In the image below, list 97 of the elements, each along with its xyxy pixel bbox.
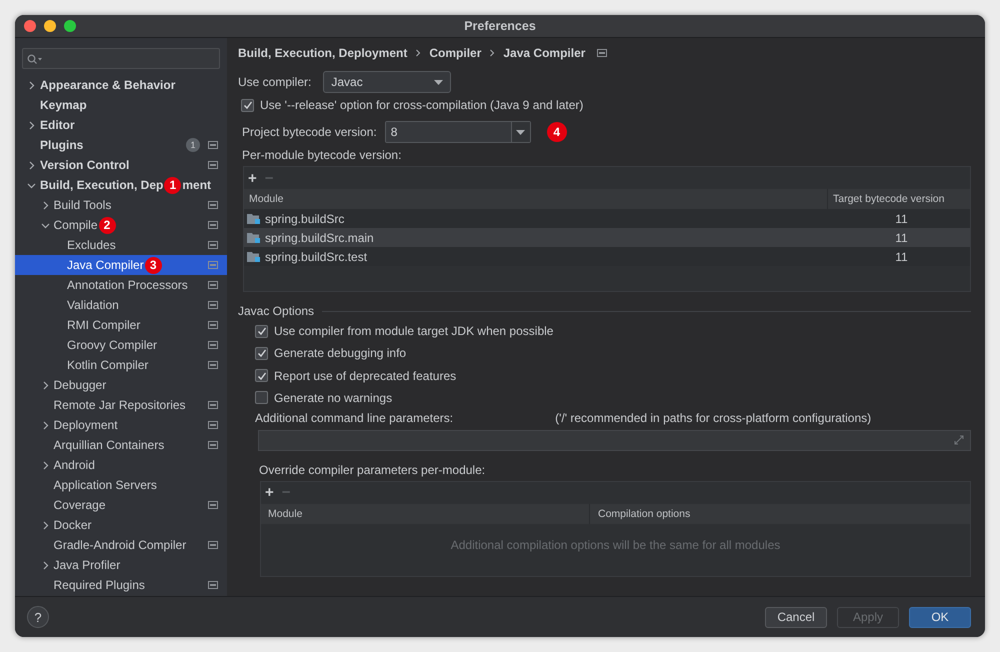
tree-item[interactable]: Version Control [15,155,227,175]
annotation-badge: 3 [144,256,162,274]
tree-item[interactable]: Application Servers [15,475,227,495]
hint-text: ('/' recommended in paths for cross-platform configurations) [555,410,872,425]
chevron-right-icon[interactable] [27,160,36,170]
checkbox-label: Generate no warnings [274,390,392,405]
tree-item[interactable]: Keymap [15,95,227,115]
chevron-right-icon[interactable] [27,120,36,130]
search-field[interactable] [22,48,220,69]
field-label: Project bytecode version: [242,125,377,139]
tree-item[interactable]: Arquillian Containers [15,435,227,455]
table-cell-text: 11 [894,230,909,244]
field-label: Use compiler: [238,75,312,89]
tree-item[interactable]: Gradle-Android Compiler [15,535,227,555]
tree-item[interactable]: Validation [15,295,227,315]
zoom-button[interactable] [64,20,76,32]
module-folder-icon [247,212,261,224]
chevron-right-icon[interactable] [40,460,50,470]
expand-icon[interactable] [954,435,964,446]
table-cell: spring.buildSrc [265,212,344,226]
chevron-right-icon[interactable] [40,520,50,530]
module-folder-icon [247,250,261,262]
help-button[interactable]: ? [27,606,49,628]
checkbox-label: Generate debugging info [274,346,406,360]
bytecode-version-combo[interactable]: 8 [384,121,531,143]
tree-item[interactable]: Coverage [15,495,227,515]
close-button[interactable] [24,20,36,32]
tree-item[interactable]: RMI Compiler [15,315,227,335]
column-header[interactable]: Compilation options [589,504,970,524]
tree-item[interactable]: Java Compiler 3 [15,255,227,275]
item-label-fragment: ment [182,178,212,192]
tree-item[interactable]: Build Tools [15,195,227,215]
tree-item[interactable]: Kotlin Compiler [15,355,227,375]
field-label: Additional command line parameters: [255,410,454,425]
compiler-dropdown[interactable]: Javac [323,71,452,93]
chevron-down-icon[interactable] [40,220,50,230]
breadcrumb-item[interactable]: Compiler [429,46,482,60]
tree-item[interactable]: Annotation Processors [15,275,227,295]
chevron-right-icon[interactable] [40,200,50,210]
table-cell-text: 11 [894,212,909,226]
dialog-button[interactable]: OK [909,606,971,628]
tree-item[interactable]: Required Plugins [15,575,227,595]
table-cell-text: 11 [894,250,909,264]
section-label: Per-module bytecode version: [241,148,402,162]
tree-item[interactable]: Deployment [15,415,227,435]
table-cell: spring.buildSrc.test [265,250,368,264]
tree-item[interactable]: Groovy Compiler [15,335,227,355]
table-cell: spring.buildSrc.main [265,230,374,244]
tree-item[interactable]: Java Profiler [15,555,227,575]
window-title: Preferences [463,19,537,33]
tree-item[interactable]: Compile 2 [15,215,227,235]
tree-item[interactable]: Excludes [15,235,227,255]
count-badge: 1 [186,138,200,152]
add-button[interactable]: + [248,170,257,186]
checkbox[interactable] [255,369,268,382]
checkbox[interactable] [241,98,254,112]
chevron-right-icon[interactable] [40,380,50,390]
annotation-badge: 2 [98,216,116,234]
chevron-right-icon[interactable] [27,80,36,90]
column-header[interactable]: Module [261,504,589,524]
breadcrumb-item[interactable]: Build, Execution, Deployment [238,46,408,60]
tree-item[interactable]: Remote Jar Repositories [15,395,227,415]
checkbox-label: Use compiler from module target JDK when possible [274,324,554,338]
chevron-right-icon[interactable] [40,420,50,430]
tree-item[interactable]: Docker [15,515,227,535]
tree-item[interactable]: Plugins 1 [15,135,227,155]
checkbox-label: Use '--release' option for cross-compilation (Java 9 and later) [260,98,584,112]
caret-icon [434,80,444,84]
chevron-right-icon [415,49,422,57]
breadcrumb-item[interactable]: Java Compiler [503,46,586,60]
add-button[interactable]: + [265,484,274,502]
checkbox-label: Report use of deprecated features [274,368,456,383]
table-row[interactable]: spring.buildSrc.main 11 [244,228,970,247]
annotation-badge: 4 [546,122,567,142]
section-label: Override compiler parameters per-module: [258,462,486,477]
annotation-badge: 1 [164,176,182,194]
tree-item[interactable]: Appearance & Behavior [15,75,227,95]
column-header[interactable]: Module [244,189,827,209]
chevron-down-icon[interactable] [27,180,36,190]
tree-item[interactable]: Build, Execution, Dep 1 ment [15,175,227,195]
dialog-button[interactable]: Cancel [765,606,827,628]
checkbox[interactable] [255,346,268,360]
tree-item[interactable]: Android [15,455,227,475]
minimize-button[interactable] [44,20,56,32]
checkbox[interactable] [255,391,268,404]
search-icon [27,54,43,64]
empty-table-text: Additional compilation options will be the same for all modules [450,538,780,552]
tree-item[interactable]: Debugger [15,375,227,395]
chevron-right-icon [489,49,496,57]
checkbox[interactable] [255,324,268,338]
module-folder-icon [247,232,261,244]
tree-item[interactable]: Editor [15,115,227,135]
chevron-right-icon[interactable] [40,560,50,570]
parameters-field[interactable] [258,430,971,451]
caret-icon [516,130,526,134]
project-settings-icon [597,49,608,57]
group-title: Javac Options [238,304,314,318]
